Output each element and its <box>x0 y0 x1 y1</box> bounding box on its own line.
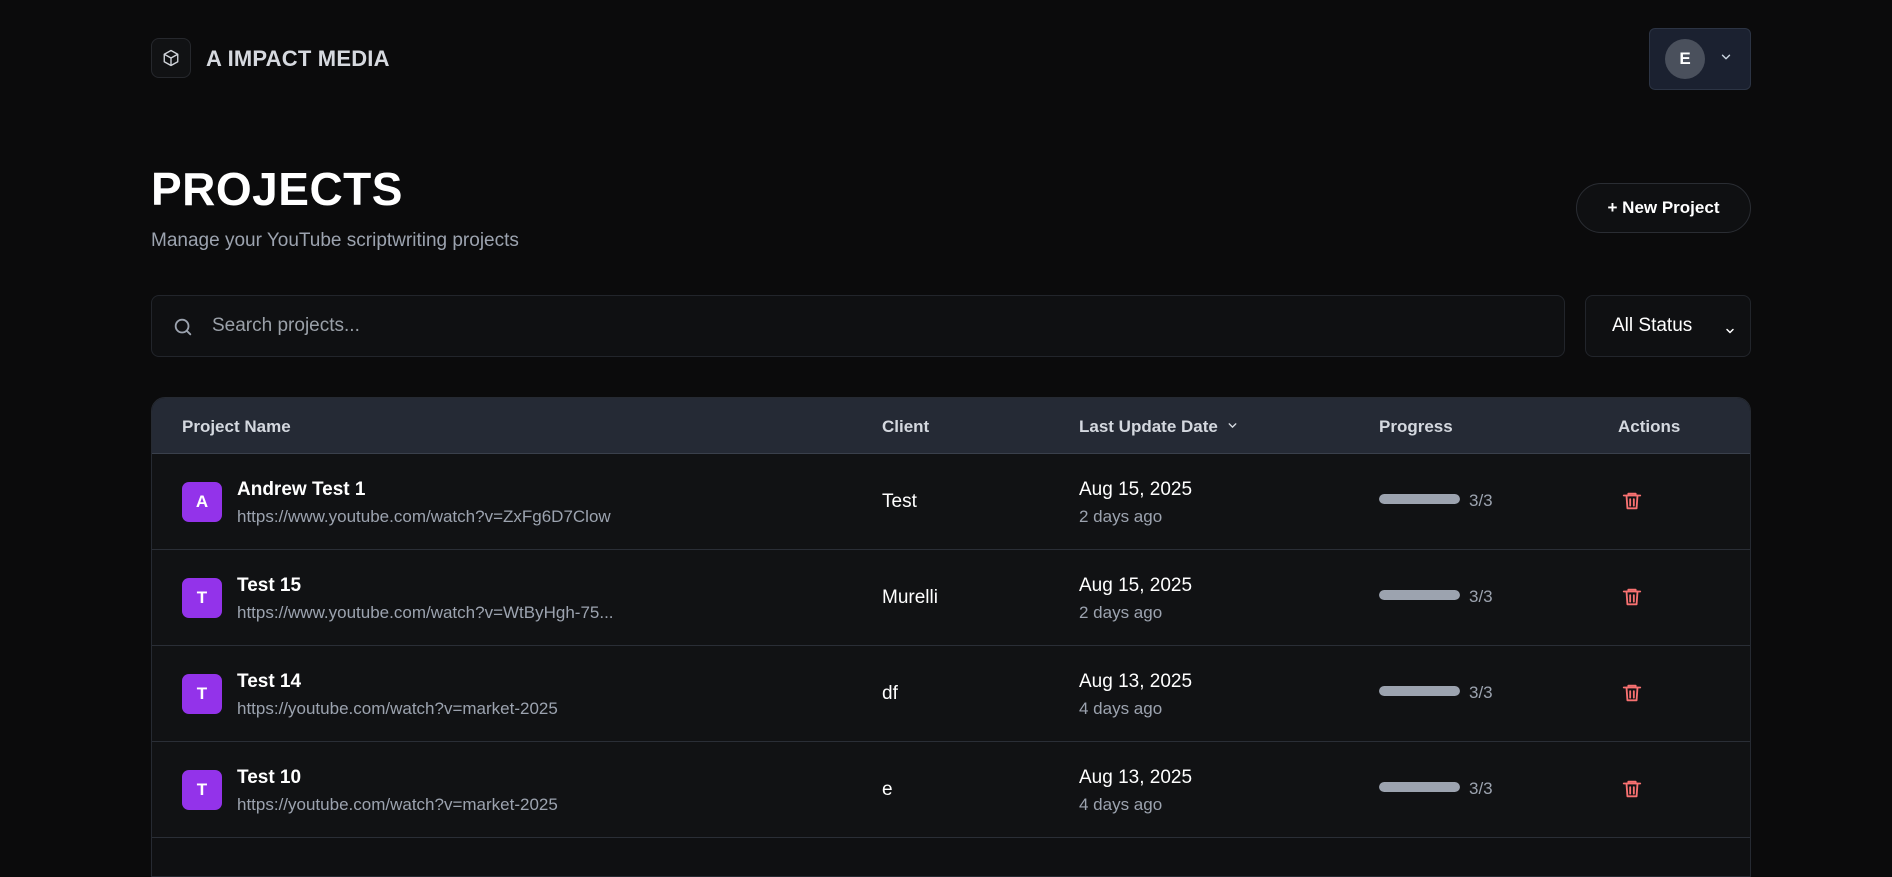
page-subtitle: Manage your YouTube scriptwriting projec… <box>151 230 519 251</box>
project-relative-date: 4 days ago <box>1079 699 1163 718</box>
project-client: e <box>882 779 893 800</box>
search-input[interactable] <box>212 296 1552 356</box>
project-url[interactable]: https://www.youtube.com/watch?v=WtByHgh-… <box>237 603 614 623</box>
progress-fill <box>1379 686 1460 696</box>
project-date: Aug 15, 2025 <box>1079 575 1193 596</box>
table-row[interactable]: T Test 14 https://youtube.com/watch?v=ma… <box>152 646 1750 742</box>
table-row[interactable]: A Andrew Test 1 https://www.youtube.com/… <box>152 454 1750 550</box>
delete-icon[interactable] <box>1621 682 1643 704</box>
column-header-project-name[interactable]: Project Name <box>182 417 291 437</box>
search-icon <box>172 316 194 343</box>
progress-fill <box>1379 590 1460 600</box>
project-avatar: T <box>182 770 222 810</box>
column-header-progress: Progress <box>1379 417 1453 436</box>
column-header-client[interactable]: Client <box>882 417 929 437</box>
project-date: Aug 13, 2025 <box>1079 767 1193 788</box>
column-header-last-update-label: Last Update Date <box>1079 417 1218 436</box>
project-name[interactable]: Test 14 <box>237 671 301 693</box>
cube-icon[interactable] <box>151 38 191 78</box>
table-header: Project Name Client Last Update Date Pro… <box>152 398 1750 454</box>
progress-bar <box>1379 782 1460 792</box>
user-menu-button[interactable]: E <box>1649 28 1751 90</box>
project-name[interactable]: Test 10 <box>237 767 301 789</box>
project-date: Aug 15, 2025 <box>1079 479 1193 500</box>
delete-icon[interactable] <box>1621 778 1643 800</box>
project-relative-date: 2 days ago <box>1079 603 1163 622</box>
progress-text: 3/3 <box>1469 683 1493 702</box>
delete-icon[interactable] <box>1621 490 1643 512</box>
project-avatar: T <box>182 674 222 714</box>
chevron-down-icon <box>1719 50 1733 69</box>
status-filter-value: All Status <box>1612 315 1693 336</box>
avatar: E <box>1665 39 1705 79</box>
status-filter-select[interactable]: All Status <box>1585 295 1751 357</box>
new-project-button[interactable]: + New Project <box>1576 183 1751 233</box>
project-client: df <box>882 683 898 704</box>
project-url[interactable]: https://www.youtube.com/watch?v=ZxFg6D7C… <box>237 507 611 527</box>
progress-bar <box>1379 686 1460 696</box>
project-client: Test <box>882 491 917 512</box>
progress-text: 3/3 <box>1469 587 1493 606</box>
search-bar[interactable] <box>151 295 1565 357</box>
chevron-down-icon <box>1724 321 1736 343</box>
progress-fill <box>1379 782 1460 792</box>
progress-text: 3/3 <box>1469 491 1493 510</box>
project-date: Aug 13, 2025 <box>1079 671 1193 692</box>
page-title: PROJECTS <box>151 163 403 215</box>
sort-chevron-icon[interactable] <box>1226 417 1239 437</box>
column-header-last-update[interactable]: Last Update Date <box>1079 417 1239 437</box>
brand-name[interactable]: A IMPACT MEDIA <box>206 46 390 72</box>
project-name[interactable]: Andrew Test 1 <box>237 479 365 501</box>
progress-fill <box>1379 494 1460 504</box>
progress-bar <box>1379 494 1460 504</box>
progress-bar <box>1379 590 1460 600</box>
project-avatar: A <box>182 482 222 522</box>
top-bar: A IMPACT MEDIA E <box>151 28 1751 102</box>
delete-icon[interactable] <box>1621 586 1643 608</box>
project-avatar: T <box>182 578 222 618</box>
project-url[interactable]: https://youtube.com/watch?v=market-2025 <box>237 699 558 719</box>
projects-table: Project Name Client Last Update Date Pro… <box>151 397 1751 877</box>
project-url[interactable]: https://youtube.com/watch?v=market-2025 <box>237 795 558 815</box>
project-relative-date: 2 days ago <box>1079 507 1163 526</box>
project-relative-date: 4 days ago <box>1079 795 1163 814</box>
table-row[interactable]: T Test 10 https://youtube.com/watch?v=ma… <box>152 742 1750 838</box>
project-name[interactable]: Test 15 <box>237 575 301 597</box>
table-row[interactable]: T Test 15 https://www.youtube.com/watch?… <box>152 550 1750 646</box>
column-header-actions: Actions <box>1618 417 1681 436</box>
project-client: Murelli <box>882 587 938 608</box>
progress-text: 3/3 <box>1469 779 1493 798</box>
